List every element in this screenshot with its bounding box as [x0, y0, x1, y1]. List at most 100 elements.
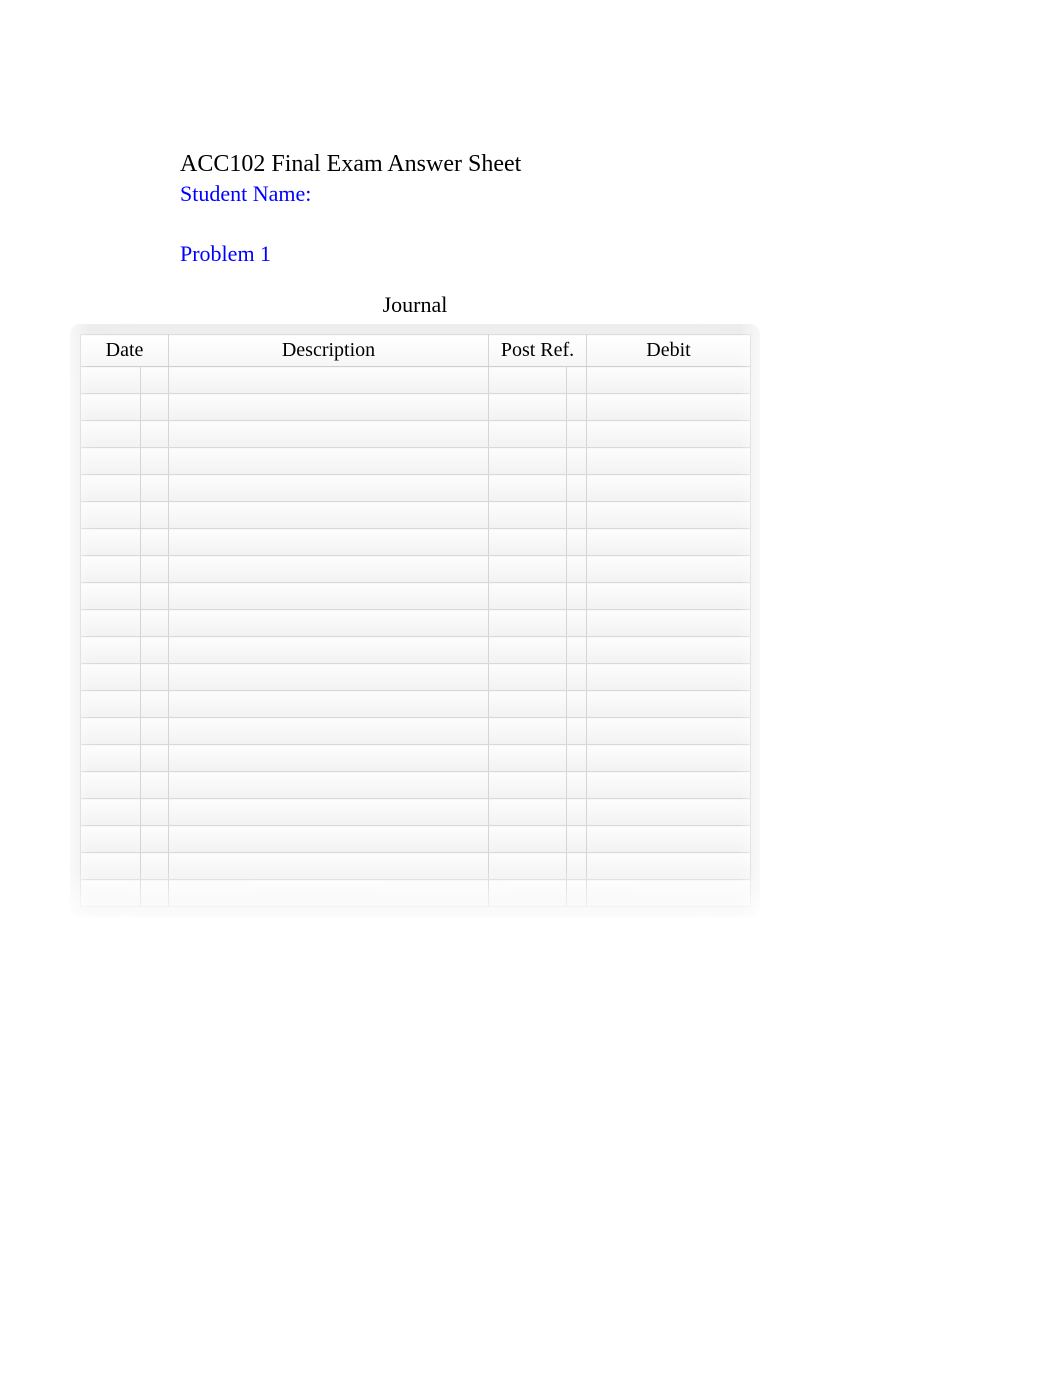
- cell-sub[interactable]: [141, 367, 169, 394]
- cell-gap[interactable]: [567, 421, 587, 448]
- cell-sub[interactable]: [141, 853, 169, 880]
- cell-debit[interactable]: [587, 799, 751, 826]
- cell-date[interactable]: [81, 637, 141, 664]
- cell-date[interactable]: [81, 772, 141, 799]
- cell-sub[interactable]: [141, 475, 169, 502]
- cell-sub[interactable]: [141, 529, 169, 556]
- cell-post_ref[interactable]: [489, 448, 567, 475]
- cell-sub[interactable]: [141, 691, 169, 718]
- cell-description[interactable]: [169, 691, 489, 718]
- cell-post_ref[interactable]: [489, 475, 567, 502]
- cell-post_ref[interactable]: [489, 394, 567, 421]
- cell-description[interactable]: [169, 394, 489, 421]
- cell-post_ref[interactable]: [489, 529, 567, 556]
- cell-debit[interactable]: [587, 475, 751, 502]
- cell-debit[interactable]: [587, 529, 751, 556]
- cell-description[interactable]: [169, 664, 489, 691]
- cell-post_ref[interactable]: [489, 367, 567, 394]
- cell-date[interactable]: [81, 880, 141, 907]
- cell-sub[interactable]: [141, 556, 169, 583]
- cell-post_ref[interactable]: [489, 421, 567, 448]
- cell-date[interactable]: [81, 799, 141, 826]
- cell-gap[interactable]: [567, 772, 587, 799]
- cell-sub[interactable]: [141, 394, 169, 421]
- cell-description[interactable]: [169, 583, 489, 610]
- cell-post_ref[interactable]: [489, 853, 567, 880]
- cell-sub[interactable]: [141, 664, 169, 691]
- cell-description[interactable]: [169, 799, 489, 826]
- cell-gap[interactable]: [567, 664, 587, 691]
- cell-description[interactable]: [169, 556, 489, 583]
- cell-description[interactable]: [169, 610, 489, 637]
- cell-post_ref[interactable]: [489, 610, 567, 637]
- cell-gap[interactable]: [567, 880, 587, 907]
- cell-gap[interactable]: [567, 367, 587, 394]
- cell-date[interactable]: [81, 556, 141, 583]
- cell-date[interactable]: [81, 826, 141, 853]
- cell-date[interactable]: [81, 421, 141, 448]
- cell-date[interactable]: [81, 529, 141, 556]
- cell-sub[interactable]: [141, 772, 169, 799]
- cell-description[interactable]: [169, 880, 489, 907]
- cell-sub[interactable]: [141, 745, 169, 772]
- cell-gap[interactable]: [567, 448, 587, 475]
- cell-post_ref[interactable]: [489, 664, 567, 691]
- cell-sub[interactable]: [141, 610, 169, 637]
- cell-description[interactable]: [169, 448, 489, 475]
- cell-gap[interactable]: [567, 583, 587, 610]
- cell-gap[interactable]: [567, 853, 587, 880]
- cell-sub[interactable]: [141, 448, 169, 475]
- cell-gap[interactable]: [567, 394, 587, 421]
- cell-gap[interactable]: [567, 475, 587, 502]
- cell-sub[interactable]: [141, 421, 169, 448]
- cell-description[interactable]: [169, 475, 489, 502]
- cell-gap[interactable]: [567, 799, 587, 826]
- cell-post_ref[interactable]: [489, 718, 567, 745]
- cell-debit[interactable]: [587, 610, 751, 637]
- cell-sub[interactable]: [141, 826, 169, 853]
- cell-post_ref[interactable]: [489, 637, 567, 664]
- cell-date[interactable]: [81, 718, 141, 745]
- cell-description[interactable]: [169, 826, 489, 853]
- cell-gap[interactable]: [567, 610, 587, 637]
- cell-date[interactable]: [81, 664, 141, 691]
- cell-debit[interactable]: [587, 367, 751, 394]
- cell-date[interactable]: [81, 583, 141, 610]
- cell-debit[interactable]: [587, 772, 751, 799]
- cell-post_ref[interactable]: [489, 826, 567, 853]
- cell-debit[interactable]: [587, 448, 751, 475]
- cell-sub[interactable]: [141, 880, 169, 907]
- cell-post_ref[interactable]: [489, 502, 567, 529]
- cell-debit[interactable]: [587, 664, 751, 691]
- cell-date[interactable]: [81, 745, 141, 772]
- cell-sub[interactable]: [141, 718, 169, 745]
- cell-sub[interactable]: [141, 637, 169, 664]
- cell-sub[interactable]: [141, 799, 169, 826]
- cell-post_ref[interactable]: [489, 556, 567, 583]
- cell-description[interactable]: [169, 853, 489, 880]
- cell-debit[interactable]: [587, 637, 751, 664]
- cell-sub[interactable]: [141, 502, 169, 529]
- cell-debit[interactable]: [587, 421, 751, 448]
- cell-description[interactable]: [169, 745, 489, 772]
- cell-date[interactable]: [81, 475, 141, 502]
- cell-debit[interactable]: [587, 583, 751, 610]
- cell-description[interactable]: [169, 502, 489, 529]
- cell-date[interactable]: [81, 691, 141, 718]
- cell-date[interactable]: [81, 367, 141, 394]
- cell-post_ref[interactable]: [489, 691, 567, 718]
- cell-post_ref[interactable]: [489, 799, 567, 826]
- cell-debit[interactable]: [587, 880, 751, 907]
- cell-description[interactable]: [169, 529, 489, 556]
- cell-gap[interactable]: [567, 637, 587, 664]
- cell-gap[interactable]: [567, 745, 587, 772]
- cell-debit[interactable]: [587, 853, 751, 880]
- cell-description[interactable]: [169, 772, 489, 799]
- cell-gap[interactable]: [567, 826, 587, 853]
- cell-date[interactable]: [81, 502, 141, 529]
- cell-post_ref[interactable]: [489, 745, 567, 772]
- cell-description[interactable]: [169, 637, 489, 664]
- cell-date[interactable]: [81, 853, 141, 880]
- cell-sub[interactable]: [141, 583, 169, 610]
- cell-gap[interactable]: [567, 691, 587, 718]
